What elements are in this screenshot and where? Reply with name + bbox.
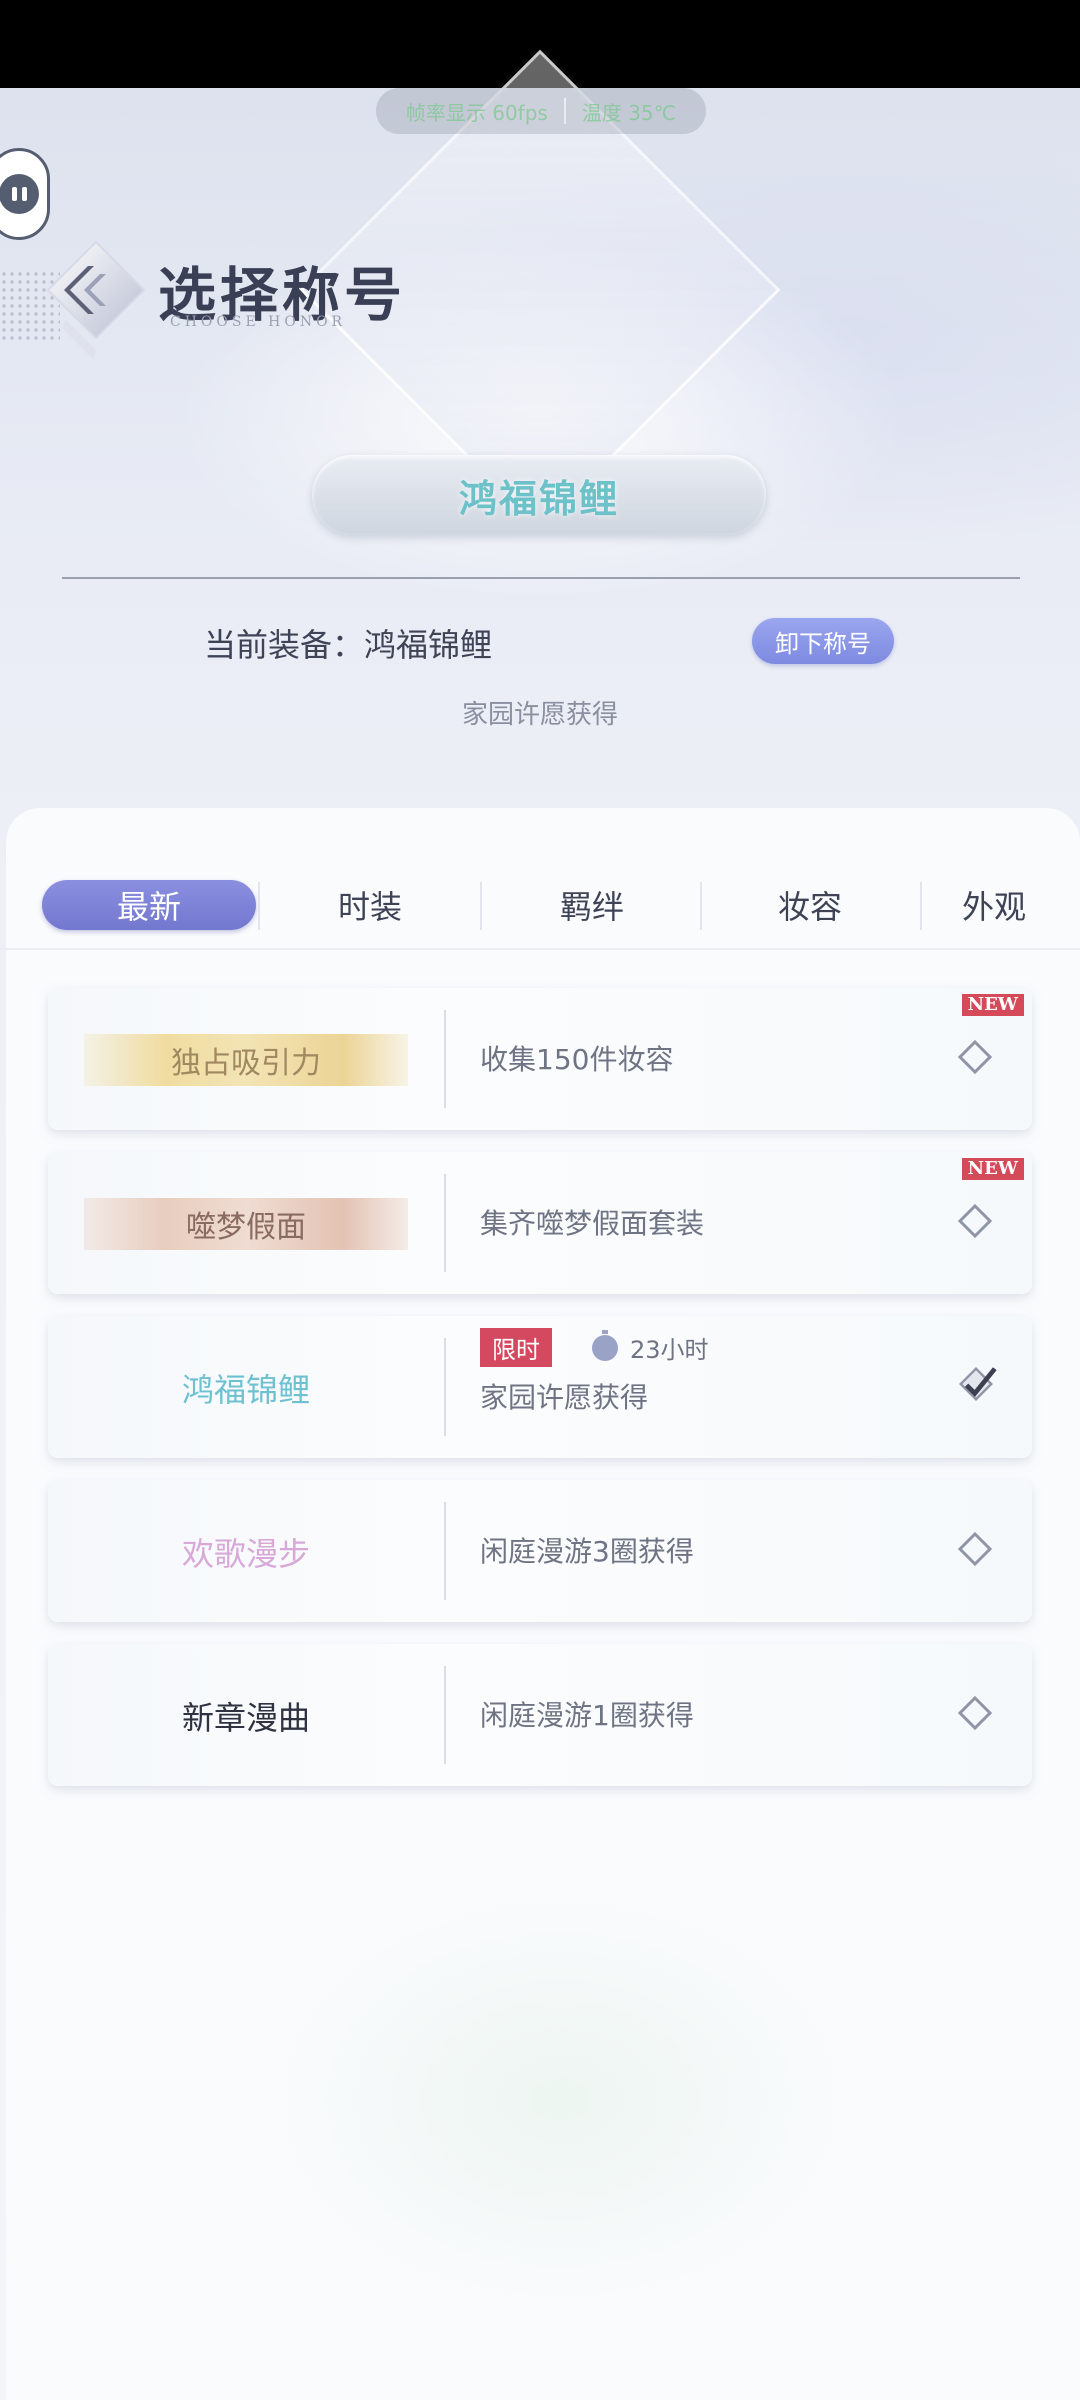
honor-title: 独占吸引力 [84,1034,408,1086]
honor-card[interactable]: 噬梦假面 集齐噬梦假面套装 NEW [48,1152,1032,1294]
card-divider [444,1010,446,1108]
diamond-icon [958,1532,992,1566]
limited-badge: 限时 [480,1328,552,1367]
honor-desc: 集齐噬梦假面套装 [480,1207,705,1240]
limited-time-row: 限时 23小时 [480,1328,709,1367]
performance-overlay: 帧率显示 60fps 温度 35℃ [376,88,706,134]
back-button[interactable] [36,240,146,370]
tab-newest[interactable]: 最新 [42,880,256,930]
honor-title: 鸿福锦鲤 [181,1371,310,1409]
honor-card[interactable]: 欢歌漫步 闲庭漫游3圈获得 [48,1480,1032,1622]
diamond-icon [958,1040,992,1074]
diamond-icon [958,1696,992,1730]
time-left: 23小时 [630,1336,709,1364]
float-assistant-icon [0,174,39,214]
new-badge: NEW [961,994,1024,1016]
tab-makeup[interactable]: 妆容 [710,880,910,930]
honor-card[interactable]: 独占吸引力 收集150件妆容 NEW [48,988,1032,1130]
page-header: 选择称号 CHOOSE HONOR [158,248,406,332]
tab-appearance[interactable]: 外观 [962,880,1080,930]
current-honor-source: 家园许愿获得 [461,700,618,730]
card-divider [444,1502,446,1600]
honor-title: 噬梦假面 [84,1198,408,1250]
honor-title: 新章漫曲 [181,1699,310,1737]
honor-card-equipped[interactable]: 鸿福锦鲤 限时 23小时 家园许愿获得 [48,1316,1032,1458]
honor-desc: 家园许愿获得 [480,1381,649,1414]
header-divider [62,577,1020,579]
tab-separator [920,882,922,930]
tab-fashion[interactable]: 时装 [270,880,470,930]
page-subtitle: CHOOSE HONOR [170,314,347,330]
perf-temp: 温度 35℃ [581,100,677,125]
honor-card[interactable]: 新章漫曲 闲庭漫游1圈获得 [48,1644,1032,1786]
floating-assistant-button[interactable] [0,148,50,240]
honor-desc: 闲庭漫游3圈获得 [480,1535,694,1568]
timer-icon [592,1329,618,1361]
diamond-check-icon [959,1367,997,1401]
tab-bond[interactable]: 羁绊 [492,880,692,930]
perf-separator [563,98,566,124]
honor-desc: 闲庭漫游1圈获得 [480,1699,694,1732]
current-honor-display: 鸿福锦鲤 [312,455,766,535]
new-badge: NEW [961,1158,1024,1180]
perf-fps: 帧率显示 60fps [405,100,548,125]
diamond-icon [958,1204,992,1238]
honor-desc: 收集150件妆容 [480,1043,674,1076]
tab-separator [480,882,482,930]
panel-glow-decoration [60,1800,1020,2400]
category-tabs: 最新 时装 羁绊 妆容 外观 [0,870,1080,940]
back-chevron-icon [46,240,146,360]
unequip-honor-button[interactable]: 卸下称号 [752,618,894,664]
current-equip-label: 当前装备：鸿福锦鲤 [204,626,493,664]
tab-separator [258,882,260,930]
card-divider [444,1174,446,1272]
tabs-underline [0,948,1080,950]
tab-separator [700,882,702,930]
honor-title: 欢歌漫步 [181,1535,310,1573]
card-divider [444,1666,446,1764]
card-divider [444,1338,446,1436]
